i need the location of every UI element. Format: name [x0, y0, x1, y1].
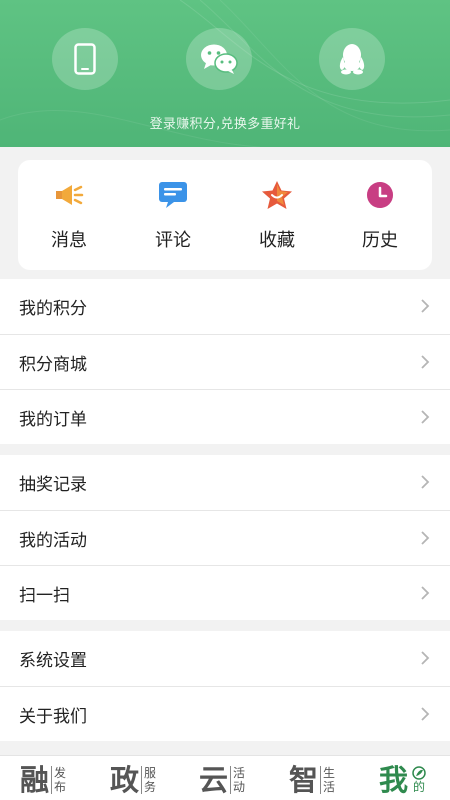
- chevron-right-icon: [421, 355, 430, 369]
- quick-item-label: 评论: [155, 230, 191, 251]
- menu-item-label: 我的订单: [19, 409, 87, 430]
- tab-activities[interactable]: 云 活动: [199, 763, 246, 797]
- star-icon: [262, 181, 292, 209]
- menu-item-my-orders[interactable]: 我的订单: [0, 389, 450, 444]
- tab-sub-label: 生活: [320, 766, 336, 794]
- menu-item-label: 抽奖记录: [19, 475, 87, 495]
- comment-icon: [159, 182, 187, 208]
- tab-sub-label: 发布: [51, 766, 67, 794]
- menu-item-label: 积分商城: [19, 354, 87, 375]
- phone-login-button[interactable]: [52, 28, 118, 90]
- tab-glyph: 智: [289, 763, 319, 797]
- menu-item-my-points[interactable]: 我的积分: [0, 279, 450, 334]
- quick-item-favorites[interactable]: 收藏: [232, 178, 322, 258]
- tab-sub-stack: 的: [410, 766, 426, 794]
- menu-item-my-activities[interactable]: 我的活动: [0, 510, 450, 565]
- leaf-icon: [412, 766, 426, 780]
- quick-item-comments[interactable]: 评论: [128, 178, 218, 258]
- menu-group-activity: 抽奖记录 我的活动 扫一扫: [0, 455, 450, 620]
- chevron-right-icon: [421, 651, 430, 665]
- quick-item-messages[interactable]: 消息: [24, 178, 114, 258]
- tab-glyph: 融: [20, 763, 50, 797]
- qq-icon: [339, 44, 365, 75]
- tab-sub-label: 的: [413, 780, 426, 794]
- menu-item-about-us[interactable]: 关于我们: [0, 686, 450, 741]
- tab-glyph: 云: [199, 763, 229, 797]
- tab-publish[interactable]: 融 发布: [20, 763, 67, 797]
- chevron-right-icon: [421, 707, 430, 721]
- qq-login-button[interactable]: [319, 28, 385, 90]
- chevron-right-icon: [421, 410, 430, 424]
- tab-glyph: 政: [110, 763, 140, 797]
- tab-me[interactable]: 我 的: [379, 763, 426, 797]
- phone-icon: [74, 43, 96, 75]
- menu-item-system-settings[interactable]: 系统设置: [0, 631, 450, 686]
- quick-item-history[interactable]: 历史: [335, 178, 425, 258]
- quick-item-label: 消息: [51, 230, 87, 251]
- menu-item-label: 我的活动: [19, 530, 87, 551]
- tab-life[interactable]: 智 生活: [289, 763, 336, 797]
- clock-icon: [367, 182, 393, 208]
- menu-item-label: 扫一扫: [19, 585, 70, 606]
- menu-item-label: 系统设置: [19, 651, 87, 671]
- bottom-tab-bar: 融 发布 政 服务 云 活动 智 生活 我 的: [0, 755, 450, 800]
- login-header: 登录赚积分,兑换多重好礼: [0, 0, 450, 147]
- tab-sub-label: 服务: [141, 766, 157, 794]
- chevron-right-icon: [421, 586, 430, 600]
- menu-item-lottery-records[interactable]: 抽奖记录: [0, 455, 450, 510]
- menu-item-points-mall[interactable]: 积分商城: [0, 334, 450, 389]
- tab-glyph: 我: [379, 763, 409, 797]
- menu-group-settings: 系统设置 关于我们: [0, 631, 450, 741]
- login-hint: 登录赚积分,兑换多重好礼: [149, 117, 301, 132]
- wechat-icon: [201, 44, 238, 74]
- menu-group-points: 我的积分 积分商城 我的订单: [0, 279, 450, 444]
- tab-services[interactable]: 政 服务: [110, 763, 157, 797]
- menu-item-scan[interactable]: 扫一扫: [0, 565, 450, 620]
- menu-item-label: 关于我们: [19, 706, 87, 727]
- quick-item-label: 收藏: [259, 230, 295, 251]
- chevron-right-icon: [421, 531, 430, 545]
- quick-actions-card: 消息 评论 收藏 历史: [18, 160, 432, 270]
- tab-sub-label: 活动: [230, 766, 246, 794]
- megaphone-icon: [56, 185, 84, 205]
- quick-item-label: 历史: [362, 230, 398, 251]
- chevron-right-icon: [421, 299, 430, 313]
- chevron-right-icon: [421, 475, 430, 489]
- wechat-login-button[interactable]: [186, 28, 252, 90]
- menu-item-label: 我的积分: [19, 299, 87, 319]
